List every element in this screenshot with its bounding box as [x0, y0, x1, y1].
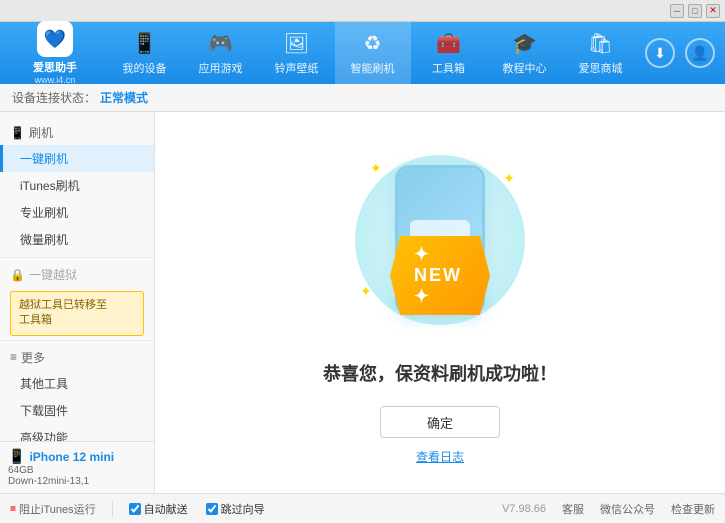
sparkle-3: ✦ — [360, 283, 372, 300]
top-nav: 💙 爱思助手 www.i4.cn 📱 我的设备 🎮 应用游戏 🖼 铃声壁纸 ♻ … — [0, 22, 725, 84]
nav-smart-flash[interactable]: ♻ 智能刷机 — [335, 22, 411, 84]
status-label: 设备连接状态： — [12, 89, 96, 106]
nav-toolbox[interactable]: 🧰 工具箱 — [411, 22, 487, 84]
check-update-link[interactable]: 检查更新 — [671, 501, 715, 517]
auto-send-label: 自动献送 — [144, 501, 188, 517]
apps-games-icon: 🎮 — [208, 31, 233, 56]
nav-tutorial[interactable]: 🎓 教程中心 — [487, 22, 563, 84]
nav-apps-games-label: 应用游戏 — [199, 60, 243, 76]
device-firmware-display: Down-12mini-13,1 — [8, 476, 146, 487]
nav-ringtone[interactable]: 🖼 铃声壁纸 — [259, 22, 335, 84]
nav-right: ⬇ 👤 — [645, 38, 715, 68]
bottom-status-bar: ⏹ 阻止iTunes运行 自动献送 跳过向导 V7.98.66 客服 微信公众号… — [0, 493, 725, 523]
store-icon: 🛍 — [588, 31, 613, 56]
sidebar: 📱 刷机 一键刷机 iTunes刷机 专业刷机 微量刷机 — [0, 112, 155, 493]
nav-store-label: 爱思商城 — [579, 60, 623, 76]
close-btn[interactable]: ✕ — [706, 4, 720, 18]
bottom-left: ⏹ 阻止iTunes运行 自动献送 跳过向导 — [10, 501, 502, 517]
version-text: V7.98.66 — [502, 503, 546, 515]
more-section-icon: ≡ — [10, 350, 17, 364]
sidebar-scroll: 📱 刷机 一键刷机 iTunes刷机 专业刷机 微量刷机 — [0, 112, 154, 441]
sidebar-item-download-firmware[interactable]: 下载固件 — [0, 397, 154, 424]
nav-tutorial-label: 教程中心 — [503, 60, 547, 76]
sidebar-item-pro-flash[interactable]: 专业刷机 — [0, 199, 154, 226]
nav-ringtone-label: 铃声壁纸 — [275, 60, 319, 76]
divider-v — [112, 501, 113, 517]
logo-icon: 💙 — [37, 21, 73, 57]
nav-my-device-label: 我的设备 — [123, 60, 167, 76]
skip-wizard-checkbox[interactable]: 跳过向导 — [206, 501, 265, 517]
maximize-btn[interactable]: □ — [688, 4, 702, 18]
sparkle-2: ✦ — [503, 170, 515, 187]
locked-label: 一键越狱 — [29, 266, 77, 283]
flash-section-label: 刷机 — [29, 124, 53, 141]
sidebar-divider-2 — [0, 340, 154, 341]
tutorial-icon: 🎓 — [512, 31, 537, 56]
auto-send-checkbox[interactable]: 自动献送 — [129, 501, 188, 517]
device-phone-icon: 📱 — [8, 448, 25, 465]
sidebar-item-micro-flash[interactable]: 微量刷机 — [0, 226, 154, 253]
auto-send-input[interactable] — [129, 503, 141, 515]
device-name-display: 📱 iPhone 12 mini — [8, 448, 146, 465]
ringtone-icon: 🖼 — [284, 31, 309, 56]
minimize-btn[interactable]: ─ — [670, 4, 684, 18]
skip-wizard-label: 跳过向导 — [221, 501, 265, 517]
user-btn[interactable]: 👤 — [685, 38, 715, 68]
nav-smart-flash-label: 智能刷机 — [351, 60, 395, 76]
logo-title: 爱思助手 — [33, 59, 77, 75]
success-illustration: ✦ ✦ ✦ ✦ NEW ✦ — [340, 140, 540, 340]
nav-apps-games[interactable]: 🎮 应用游戏 — [183, 22, 259, 84]
window-controls: ─ □ ✕ — [670, 4, 720, 18]
sidebar-locked-section: 🔒 一键越狱 — [0, 262, 154, 287]
logo-area: 💙 爱思助手 www.i4.cn — [10, 21, 100, 85]
smart-flash-icon: ♻ — [364, 31, 382, 56]
wechat-official-link[interactable]: 微信公众号 — [600, 501, 655, 517]
bottom-right: V7.98.66 客服 微信公众号 检查更新 — [502, 501, 715, 517]
sidebar-device-footer: 📱 iPhone 12 mini 64GB Down-12mini-13,1 — [0, 441, 154, 493]
sidebar-divider-1 — [0, 257, 154, 258]
confirm-button[interactable]: 确定 — [380, 406, 500, 438]
new-ribbon: ✦ NEW ✦ — [390, 236, 490, 315]
app-window: ─ □ ✕ 💙 爱思助手 www.i4.cn 📱 我的设备 🎮 应用游戏 🖼 — [0, 0, 725, 523]
sidebar-section-flash: 📱 刷机 — [0, 120, 154, 145]
sparkle-1: ✦ — [370, 160, 382, 177]
my-device-icon: 📱 — [132, 31, 157, 56]
status-value: 正常模式 — [100, 89, 148, 106]
sidebar-item-advanced[interactable]: 高级功能 — [0, 424, 154, 441]
title-bar: ─ □ ✕ — [0, 0, 725, 22]
secondary-link[interactable]: 查看日志 — [416, 448, 464, 465]
stop-itunes-btn[interactable]: ⏹ 阻止iTunes运行 — [10, 501, 96, 517]
middle-row: 📱 刷机 一键刷机 iTunes刷机 专业刷机 微量刷机 — [0, 112, 725, 493]
more-section-label: 更多 — [21, 349, 45, 366]
sidebar-item-other-tools[interactable]: 其他工具 — [0, 370, 154, 397]
customer-service-link[interactable]: 客服 — [562, 501, 584, 517]
download-btn[interactable]: ⬇ — [645, 38, 675, 68]
nav-items: 📱 我的设备 🎮 应用游戏 🖼 铃声壁纸 ♻ 智能刷机 🧰 工具箱 🎓 教 — [100, 22, 645, 84]
nav-store[interactable]: 🛍 爱思商城 — [563, 22, 639, 84]
content-area: ✦ ✦ ✦ ✦ NEW ✦ 恭喜您，保资料刷机成功啦！ — [155, 112, 725, 493]
sidebar-item-itunes-flash[interactable]: iTunes刷机 — [0, 172, 154, 199]
toolbox-icon: 🧰 — [436, 31, 461, 56]
sidebar-section-more: ≡ 更多 — [0, 345, 154, 370]
sidebar-item-one-click-flash[interactable]: 一键刷机 — [0, 145, 154, 172]
stop-icon: ⏹ — [10, 501, 16, 516]
flash-section-icon: 📱 — [10, 126, 25, 140]
lock-icon: 🔒 — [10, 268, 25, 282]
status-bar: 设备连接状态： 正常模式 — [0, 84, 725, 112]
device-storage-display: 64GB — [8, 465, 146, 476]
stop-itunes-label: 阻止iTunes运行 — [19, 501, 96, 517]
success-text: 恭喜您，保资料刷机成功啦！ — [323, 360, 557, 386]
sidebar-note: 越狱工具已转移至工具箱 — [10, 291, 144, 336]
nav-toolbox-label: 工具箱 — [432, 60, 465, 76]
nav-my-device[interactable]: 📱 我的设备 — [107, 22, 183, 84]
skip-wizard-input[interactable] — [206, 503, 218, 515]
